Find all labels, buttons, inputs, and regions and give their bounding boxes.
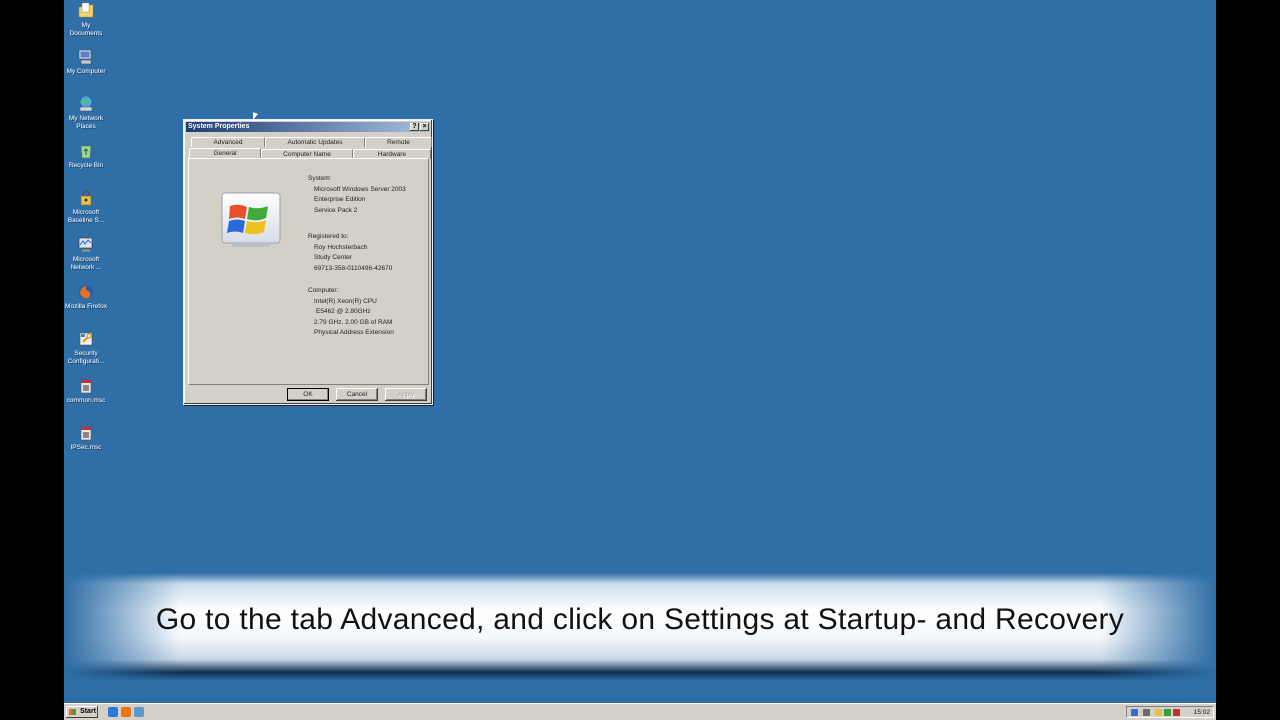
desktop-icon-label: My Computer [66,68,106,75]
computer-info: Computer: Intel(R) Xeon(R) CPU E5462 @ 2… [308,286,394,339]
desktop-icon-label: Microsoft Baseline S... [67,209,105,224]
recycle-bin-icon [80,145,92,159]
cpu-model: E5462 @ 2.80GHz [316,308,371,316]
apply-button[interactable]: Apply [385,388,427,401]
close-button[interactable]: × [420,123,429,131]
computer-icon [78,49,92,65]
tab-remote[interactable]: Remote [365,137,432,147]
desktop-icon-common-msc[interactable]: common.msc [64,377,108,405]
show-desktop-icon[interactable] [134,707,144,717]
network-places-icon [79,95,93,112]
windows-logo-icon [221,192,281,247]
cancel-button[interactable]: Cancel [336,388,378,401]
computer-heading: Computer: [308,287,339,294]
cpu-name: Intel(R) Xeon(R) CPU [314,297,377,305]
security-config-icon [79,332,93,346]
alert-tray-icon[interactable] [1173,709,1180,716]
documents-folder-icon [78,2,94,18]
desktop-icon-label: Mozilla Firefox [65,303,107,310]
help-tray-icon[interactable] [1143,709,1150,716]
msc-console-icon [80,426,92,441]
registered-heading: Registered to: [308,233,349,240]
os-edition: Enterprise Edition [314,196,366,204]
desktop-icon-label: My Documents [69,22,103,37]
ie-quicklaunch-icon[interactable] [108,707,118,717]
mouse-cursor-icon [253,112,258,122]
ok-button[interactable]: OK [287,388,329,401]
desktop-icon-mozilla-firefox[interactable]: Mozilla Firefox [64,283,108,311]
baseline-analyzer-icon [80,190,92,206]
desktop-icon-my-documents[interactable]: My Documents [64,2,108,37]
tab-advanced[interactable]: Advanced [191,137,265,147]
desktop-icon-label: Microsoft Network ... [70,256,102,271]
registration-info: Registered to: Roy Hochsterbach Study Ce… [308,232,392,274]
system-info: System: Microsoft Windows Server 2003 En… [308,174,406,216]
windows-flag-icon [69,709,76,715]
help-button[interactable]: ? [410,123,419,131]
desktop-icon-network-monitor[interactable]: Microsoft Network ... [64,236,108,271]
desktop-icon-label: IPSec.msc [70,444,102,451]
system-properties-window: System Properties ? × Advanced Automatic… [183,119,433,405]
desktop-icon-label: My Network Places [68,115,104,130]
pae: Physical Address Extension [314,329,394,337]
firefox-icon [79,285,93,299]
registered-org: Study Center [314,254,352,262]
desktop-icon-label: Recycle Bin [68,162,104,169]
firefox-quicklaunch-icon[interactable] [121,707,131,717]
taskbar: Start 15:02 [64,703,1216,720]
desktop: My Documents My Computer My Network Plac… [64,0,1216,703]
letterbox-right [1216,0,1280,720]
updates-tray-icon[interactable] [1164,709,1171,716]
msc-console-icon [80,379,92,394]
cpu-speed-ram: 2.79 GHz, 2.00 GB of RAM [314,318,393,326]
desktop-icon-label: common.msc [66,397,106,404]
tab-automatic-updates[interactable]: Automatic Updates [265,137,365,147]
os-name: Microsoft Windows Server 2003 [314,185,406,193]
registered-user: Roy Hochsterbach [314,243,368,251]
network-monitor-icon [78,237,93,252]
start-label: Start [80,708,96,715]
window-title: System Properties [188,123,250,130]
service-pack: Service Pack 2 [314,206,358,214]
system-tray: 15:02 [1126,706,1214,718]
letterbox-left [0,0,64,720]
system-heading: System: [308,175,332,182]
clock[interactable]: 15:02 [1194,707,1210,718]
window-titlebar[interactable]: System Properties ? × [186,122,430,132]
general-tab-panel: System: Microsoft Windows Server 2003 En… [188,158,429,385]
desktop-icon-my-computer[interactable]: My Computer [64,48,108,76]
desktop-icon-my-network-places[interactable]: My Network Places [64,95,108,130]
network-tray-icon[interactable] [1131,709,1138,716]
desktop-icon-security-configuration[interactable]: Security Configurati... [64,330,108,365]
desktop-icon-ipsec-msc[interactable]: IPSec.msc [64,424,108,452]
product-id: 69713-358-0110496-42670 [314,264,393,272]
start-button[interactable]: Start [66,706,98,718]
desktop-icon-label: Security Configurati... [67,350,105,365]
desktop-icon-recycle-bin[interactable]: Recycle Bin [64,142,108,170]
tutorial-caption: Go to the tab Advanced, and click on Set… [155,603,1125,636]
security-tray-icon[interactable] [1155,709,1162,716]
desktop-icon-baseline-analyzer[interactable]: Microsoft Baseline S... [64,189,108,224]
